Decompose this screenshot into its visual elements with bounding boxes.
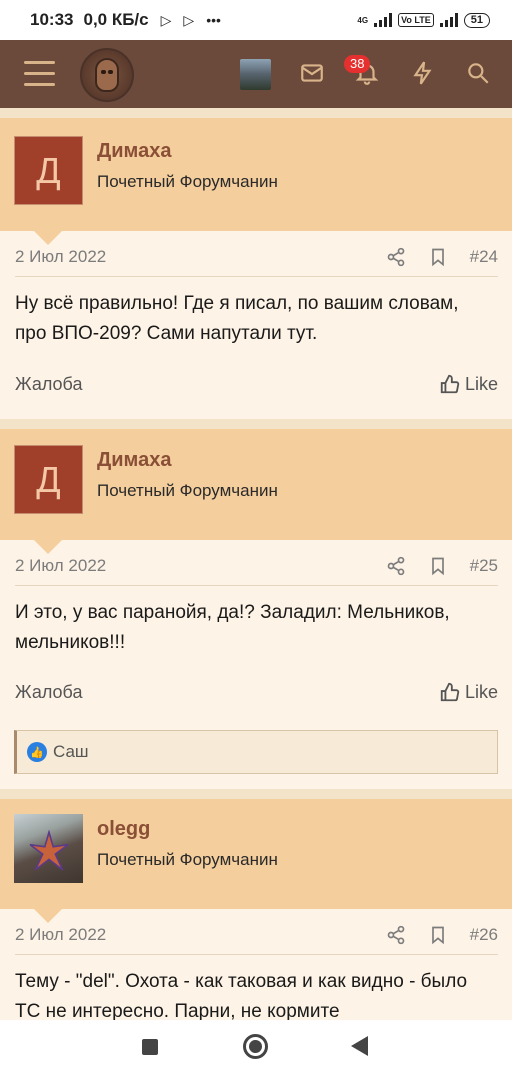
post-author-block: Д Димаха Почетный Форумчанин (0, 429, 512, 540)
post-content: Ну всё правильно! Где я писал, по вашим … (15, 293, 459, 344)
battery-icon: 51 (463, 12, 490, 28)
post-body: 2 Июл 2022 #24 Ну всё правильно! Где я п… (0, 231, 512, 419)
site-logo[interactable] (80, 48, 134, 102)
like-label: Like (464, 373, 498, 394)
like-reaction-icon: 👍 (27, 742, 47, 762)
post-date[interactable]: 2 Июл 2022 (15, 556, 106, 576)
post-author-block: Д Димаха Почетный Форумчанин (0, 118, 512, 231)
share-icon[interactable] (386, 925, 406, 945)
post-meta: 2 Июл 2022 #25 (15, 546, 498, 586)
menu-icon[interactable] (24, 61, 55, 87)
status-speed: 0,0 КБ/с (83, 10, 149, 29)
author-avatar[interactable]: Д (14, 445, 83, 514)
search-icon[interactable] (463, 58, 493, 88)
author-avatar[interactable] (14, 814, 83, 883)
status-time: 10:33 (30, 10, 74, 29)
user-avatar[interactable] (240, 59, 271, 90)
post-content: Тему - "del". Охота - как таковая и как … (15, 971, 468, 1020)
network-type-label: 4G (357, 15, 369, 25)
author-avatar[interactable]: Д (14, 136, 83, 205)
signal-icon (374, 13, 393, 27)
like-label: Like (464, 681, 498, 702)
more-dots-icon: ••• (206, 12, 221, 28)
thumbs-up-icon (440, 374, 460, 394)
recent-apps-button[interactable] (142, 1039, 158, 1055)
post-content: И это, у вас паранойя, да!? Заладил: Мел… (15, 602, 450, 653)
top-nav: 38 (0, 40, 512, 108)
post-number[interactable]: #25 (470, 556, 498, 576)
home-button[interactable] (243, 1034, 268, 1059)
notifications-badge: 38 (344, 55, 371, 73)
post-date[interactable]: 2 Июл 2022 (15, 925, 106, 945)
mail-icon[interactable] (297, 58, 327, 88)
report-link[interactable]: Жалоба (15, 682, 82, 703)
volte-icon: Vo LTE (398, 13, 434, 27)
status-bar: 10:33 0,0 КБ/с ▷ ▷ ••• 4G Vo LTE 51 (0, 0, 512, 40)
post-footer: Жалоба Like (15, 681, 498, 703)
signal-icon-2 (439, 13, 458, 27)
author-title: Почетный Форумчанин (97, 850, 278, 869)
bookmark-icon[interactable] (428, 925, 448, 945)
like-button[interactable]: Like (439, 373, 498, 395)
reaction-user[interactable]: Саш (53, 742, 89, 762)
play-icon: ▷ (183, 11, 195, 28)
author-title: Почетный Форумчанин (97, 481, 278, 500)
bookmark-icon[interactable] (428, 556, 448, 576)
lightning-icon[interactable] (408, 58, 438, 88)
post-meta: 2 Июл 2022 #26 (15, 915, 498, 955)
post-author-block: olegg Почетный Форумчанин (0, 799, 512, 909)
post-meta: 2 Июл 2022 #24 (15, 237, 498, 277)
share-icon[interactable] (386, 556, 406, 576)
author-username[interactable]: Димаха (97, 449, 171, 472)
post-number[interactable]: #26 (470, 925, 498, 945)
starfish-image (29, 830, 69, 871)
post-body: 2 Июл 2022 #25 И это, у вас паранойя, да… (0, 540, 512, 789)
author-title: Почетный Форумчанин (97, 172, 278, 191)
play-store-icon: ▷ (160, 11, 172, 28)
post-number[interactable]: #24 (470, 247, 498, 267)
report-link[interactable]: Жалоба (15, 374, 82, 395)
reactions-bar[interactable]: 👍 Саш (14, 730, 498, 774)
post-date[interactable]: 2 Июл 2022 (15, 247, 106, 267)
post-body: 2 Июл 2022 #26 Тему - "del". Охота - как… (0, 909, 512, 1020)
author-username[interactable]: olegg (97, 818, 150, 841)
share-icon[interactable] (386, 247, 406, 267)
system-nav-bar (0, 1020, 512, 1080)
post-footer: Жалоба Like (15, 373, 498, 395)
like-button[interactable]: Like (439, 681, 498, 703)
back-button[interactable] (351, 1036, 368, 1056)
thumbs-up-icon (440, 682, 460, 702)
bookmark-icon[interactable] (428, 247, 448, 267)
author-username[interactable]: Димаха (97, 140, 171, 163)
